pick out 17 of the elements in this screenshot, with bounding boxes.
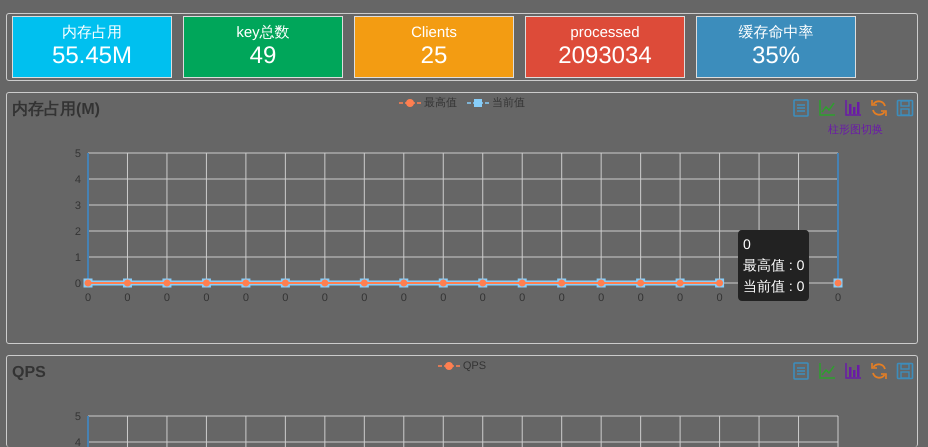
document-button[interactable]: [791, 359, 811, 379]
stat-value: 55.45M: [50, 42, 134, 70]
stat-value: 25: [420, 42, 448, 70]
stat-label: processed: [569, 24, 641, 42]
tooltip-label: 柱形图切换: [828, 123, 883, 138]
stat-label: Clients: [410, 24, 458, 42]
tooltip-line: 最高值 : 0: [743, 256, 804, 275]
tooltip-title: 0: [743, 235, 752, 254]
stat-value: 49: [248, 42, 278, 70]
stat-value: 2093034: [557, 42, 653, 70]
y-axis: [87, 416, 89, 447]
document-button[interactable]: [791, 96, 811, 116]
stat-label: 缓存命中率: [738, 24, 814, 42]
stat-label: 内存占用: [61, 24, 123, 42]
stat-label: key总数: [235, 24, 291, 42]
tooltip-line: 当前值 : 0: [743, 277, 804, 296]
stat-value: 35%: [750, 42, 802, 70]
